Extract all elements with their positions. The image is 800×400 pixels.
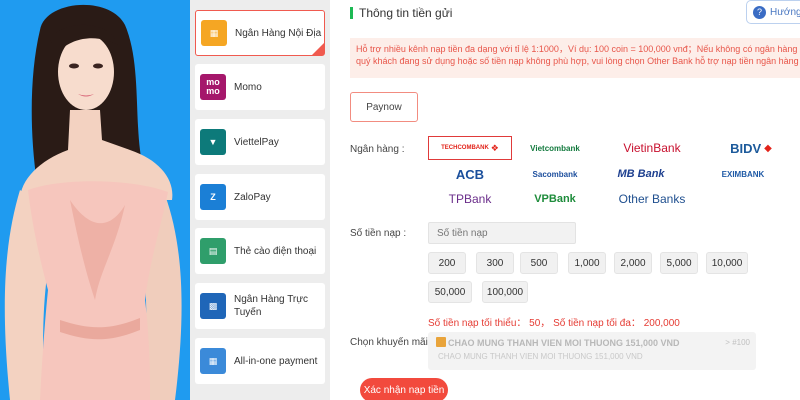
sidebar-item-label: ZaloPay <box>234 191 271 203</box>
amount-limits: Số tiền nạp tối thiểu： 50， Số tiền nạp t… <box>428 318 680 329</box>
sidebar-item-viettelpay[interactable]: ▼ ViettelPay <box>195 119 325 165</box>
amount-chip[interactable]: 2,000 <box>614 252 652 274</box>
sidebar-item-label: Momo <box>234 81 262 93</box>
bank-option-techcombank[interactable]: TECHCOMBANK ❖ <box>428 136 512 160</box>
model-photo <box>4 4 182 400</box>
bank-option-sacombank[interactable]: Sacombank <box>520 162 590 186</box>
techcombank-logo-icon: ❖ <box>490 142 499 153</box>
bidv-logo-icon: ◆ <box>764 142 772 154</box>
selected-corner-mark <box>312 43 324 55</box>
sidebar-item-domestic-bank[interactable]: ▦ Ngân Hàng Nội Địa <box>195 10 325 56</box>
sidebar-item-label: ViettelPay <box>234 136 279 148</box>
payment-method-sidebar: ▦ Ngân Hàng Nội Địa mo mo Momo ▼ ViettelP… <box>190 0 330 400</box>
promo-title: CHAO MUNG THANH VIEN MOI THUONG 151,000 … <box>448 338 680 348</box>
sidebar-item-zalopay[interactable]: Z ZaloPay <box>195 174 325 220</box>
title-accent-bar <box>350 7 353 19</box>
sidebar-item-momo[interactable]: mo mo Momo <box>195 64 325 110</box>
amount-chip[interactable]: 50,000 <box>428 281 472 303</box>
bank-option-vietinbank[interactable]: VietinBank <box>606 136 698 160</box>
all-in-one-icon: ▦ <box>200 348 226 374</box>
viettelpay-icon: ▼ <box>200 129 226 155</box>
amount-chip[interactable]: 5,000 <box>660 252 698 274</box>
deposit-notice: Hỗ trợ nhiều kênh nạp tiền đa dạng với t… <box>350 38 800 78</box>
online-bank-icon: ▩ <box>200 293 226 319</box>
bank-card-icon: ▦ <box>201 20 227 46</box>
sidebar-item-scratch-card[interactable]: ▤ Thẻ cào điện thoại <box>195 228 325 274</box>
sidebar-item-online-bank[interactable]: ▩ Ngân Hàng Trực Tuyến <box>195 283 325 329</box>
momo-icon: mo mo <box>200 74 226 100</box>
sidebar-item-label: All-in-one payment <box>234 355 318 367</box>
bank-option-tpbank[interactable]: TPBank <box>434 187 506 211</box>
bank-option-bidv[interactable]: BIDV ◆ <box>716 136 786 160</box>
amount-label: Số tiền nạp : <box>350 228 407 239</box>
bank-option-vpbank[interactable]: VPBank <box>520 187 590 211</box>
promo-select[interactable]: CHAO MUNG THANH VIEN MOI THUONG 151,000 … <box>428 332 756 370</box>
question-icon: ? <box>753 5 766 19</box>
bank-label: Ngân hàng : <box>350 144 405 155</box>
zalopay-icon: Z <box>200 184 226 210</box>
deposit-form: Thông tin tiền gửi ? Hướng Hỗ trợ nhiều … <box>330 0 800 400</box>
bank-option-mbbank[interactable]: MB Bank <box>606 162 676 186</box>
amount-chip[interactable]: 1,000 <box>568 252 606 274</box>
bank-option-vietcombank[interactable]: Vietcombank <box>520 136 590 160</box>
gift-icon <box>436 337 446 347</box>
promo-subtitle: CHAO MUNG THANH VIEN MOI THUONG 151,000 … <box>438 352 643 361</box>
section-title: Thông tin tiền gửi <box>350 6 452 20</box>
sidebar-item-all-in-one[interactable]: ▦ All-in-one payment <box>195 338 325 384</box>
guide-button[interactable]: ? Hướng <box>746 0 800 24</box>
bank-option-other-banks[interactable]: Other Banks <box>602 187 702 211</box>
sidebar-item-label: Thẻ cào điện thoại <box>234 245 317 257</box>
amount-input[interactable] <box>428 222 576 244</box>
scratch-card-icon: ▤ <box>200 238 226 264</box>
paynow-tab[interactable]: Paynow <box>350 92 418 122</box>
promo-hero-panel <box>0 0 192 400</box>
promo-label: Chọn khuyến mãi : <box>350 337 434 348</box>
sidebar-item-label: Ngân Hàng Nội Địa <box>235 27 322 39</box>
confirm-deposit-button[interactable]: Xác nhận nạp tiền <box>360 378 448 400</box>
amount-chip[interactable]: 300 <box>476 252 514 274</box>
amount-chip[interactable]: 200 <box>428 252 466 274</box>
promo-badge: > #100 <box>725 338 750 347</box>
amount-chip[interactable]: 10,000 <box>706 252 748 274</box>
sidebar-item-label: Ngân Hàng Trực Tuyến <box>234 294 308 318</box>
bank-option-eximbank[interactable]: EXIMBANK <box>700 162 786 186</box>
bank-option-acb[interactable]: ACB <box>440 162 500 186</box>
amount-chip[interactable]: 500 <box>520 252 558 274</box>
amount-chip[interactable]: 100,000 <box>482 281 528 303</box>
